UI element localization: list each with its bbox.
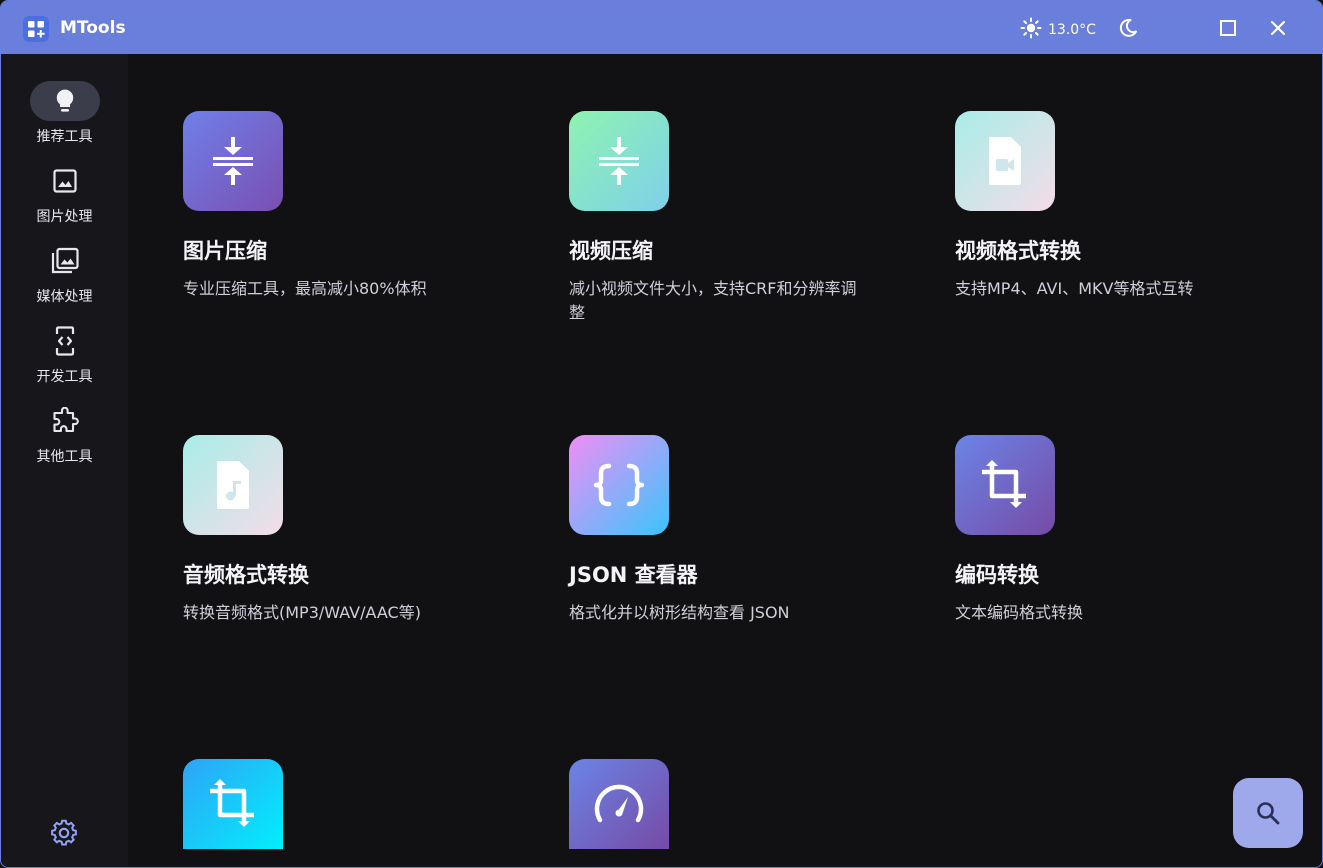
tool-description: 转换音频格式(MP3/WAV/AAC等) [183,603,421,622]
crop-icon [955,435,1055,535]
crop-icon [183,759,283,849]
compress-icon [569,111,669,211]
tool-card-video-convert[interactable]: 视频格式转换 支持MP4、AVI、MKV等格式互转 [955,111,1275,301]
moon-icon [1119,18,1137,37]
tool-card-json-viewer[interactable]: JSON 查看器 格式化并以树形结构查看 JSON [569,435,889,625]
tool-description: 格式化并以树形结构查看 JSON [569,603,790,622]
tool-title: JSON 查看器 [569,563,698,587]
theme-toggle-button[interactable] [1115,15,1141,41]
tool-card-audio-convert[interactable]: 音频格式转换 转换音频格式(MP3/WAV/AAC等) [183,435,503,625]
photo-library-icon [51,247,79,274]
sidebar-item-recommended[interactable]: 推荐工具 [1,81,128,157]
maximize-icon [1220,20,1236,36]
maximize-button[interactable] [1215,15,1241,41]
sidebar-item-media[interactable]: 媒体处理 [1,241,128,317]
gear-icon [51,819,77,846]
close-icon [1270,20,1286,36]
close-button[interactable] [1265,15,1291,41]
sidebar: 推荐工具 图片处理 媒体处理 开发工具 其他工具 [1,54,128,867]
tool-card-crop[interactable] [183,759,503,849]
extension-icon [52,407,79,433]
image-icon [52,169,77,193]
sidebar-item-developer[interactable]: 开发工具 [1,321,128,397]
tool-title: 编码转换 [955,563,1039,587]
tool-card-image-compress[interactable]: 图片压缩 专业压缩工具，最高减小80%体积 [183,111,503,301]
tool-description: 文本编码格式转换 [955,603,1084,622]
tool-description: 支持MP4、AVI、MKV等格式互转 [955,279,1194,298]
tool-title: 视频格式转换 [955,239,1081,263]
tool-title: 音频格式转换 [183,563,309,587]
sidebar-item-label: 推荐工具 [36,129,93,145]
lightbulb-icon [56,89,73,112]
tool-title: 图片压缩 [183,239,267,263]
sidebar-item-label: 图片处理 [36,209,93,225]
sun-icon [1020,17,1042,43]
search-icon [1257,802,1280,825]
audio-file-icon [183,435,283,535]
speed-gauge-icon [569,759,669,849]
sidebar-item-other[interactable]: 其他工具 [1,401,128,477]
tool-card-video-compress[interactable]: 视频压缩 减小视频文件大小，支持CRF和分辨率调整 [569,111,889,325]
sidebar-item-image[interactable]: 图片处理 [1,161,128,237]
sidebar-item-label: 其他工具 [36,449,93,465]
video-file-icon [955,111,1055,211]
tool-card-encoding-convert[interactable]: 编码转换 文本编码格式转换 [955,435,1275,625]
search-button[interactable] [1233,778,1303,848]
temperature-text: 13.0°C [1048,22,1096,38]
compress-icon [183,111,283,211]
developer-mode-icon [55,326,74,356]
tool-description: 减小视频文件大小，支持CRF和分辨率调整 [569,279,857,322]
app-window: MTools 13.0°C 推荐工具 图片处理 媒体处理 开发工具 其他工具 图… [0,0,1323,868]
settings-button[interactable] [49,818,79,848]
weather-widget[interactable]: 13.0°C [1020,17,1096,43]
sidebar-item-label: 开发工具 [36,369,93,385]
app-logo-icon [23,16,49,42]
tool-title: 视频压缩 [569,239,653,263]
tool-description: 专业压缩工具，最高减小80%体积 [183,279,427,298]
tool-card-speed[interactable] [569,759,889,849]
sidebar-item-label: 媒体处理 [36,289,93,305]
braces-icon [569,435,669,535]
title-bar[interactable]: MTools 13.0°C [1,1,1322,54]
app-title: MTools [60,18,126,38]
